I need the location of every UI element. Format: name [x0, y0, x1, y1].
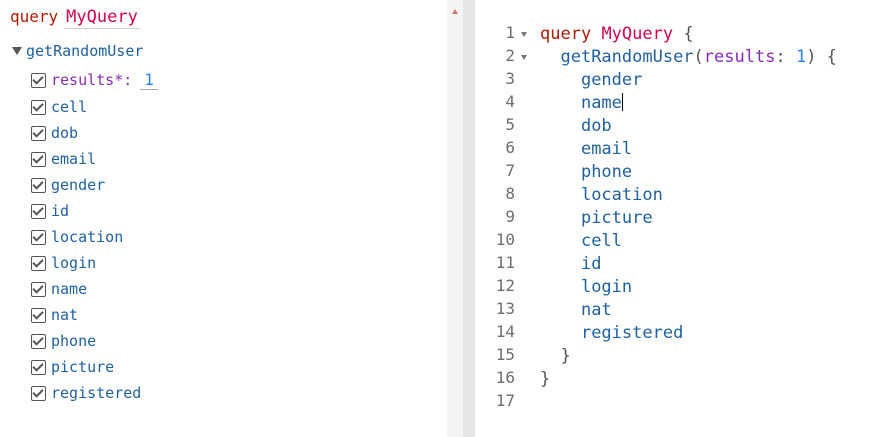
- query-name-input[interactable]: MyQuery: [64, 7, 140, 29]
- line-number: 15: [495, 345, 515, 364]
- line-number: 2: [505, 46, 515, 65]
- query-keyword: query: [10, 7, 59, 26]
- field-row[interactable]: dob: [31, 123, 78, 143]
- fold-arrow-icon[interactable]: [521, 55, 527, 60]
- field-label: picture: [51, 358, 115, 376]
- line-number: 11: [495, 253, 515, 272]
- field-label: phone: [51, 332, 97, 350]
- code-line: phone: [580, 162, 633, 182]
- line-number: 17: [495, 391, 515, 410]
- argument-label: results*:: [51, 71, 133, 89]
- code-line: id: [580, 254, 602, 274]
- expand-caret-icon[interactable]: [12, 47, 22, 55]
- code-line: }: [560, 346, 571, 366]
- line-number: 16: [495, 368, 515, 387]
- checkbox-icon[interactable]: [31, 229, 46, 245]
- fold-arrow-icon[interactable]: [521, 32, 527, 37]
- code-line: dob: [580, 116, 612, 136]
- field-row[interactable]: picture: [31, 357, 114, 377]
- panel-divider[interactable]: [463, 0, 475, 437]
- checkbox-icon[interactable]: [31, 125, 46, 141]
- argument-row-results[interactable]: results*: 1: [31, 70, 158, 90]
- checkbox-icon[interactable]: [31, 307, 46, 323]
- field-row[interactable]: gender: [31, 175, 105, 195]
- code-line: location: [580, 185, 663, 205]
- field-label: registered: [51, 384, 142, 402]
- checkbox-icon[interactable]: [31, 203, 46, 219]
- code-line: getRandomUser(results: 1) {: [560, 47, 837, 67]
- checkbox-icon[interactable]: [31, 359, 46, 375]
- field-row[interactable]: phone: [31, 331, 96, 351]
- line-number: 7: [505, 161, 515, 180]
- field-label: email: [51, 150, 97, 168]
- checkbox-icon[interactable]: [31, 333, 46, 349]
- code-line: cell: [580, 231, 622, 251]
- field-row[interactable]: name: [31, 279, 87, 299]
- code-line: nat: [580, 300, 612, 320]
- line-number: 1: [505, 23, 515, 42]
- field-row[interactable]: location: [31, 227, 123, 247]
- query-explorer-panel: query MyQuery getRandomUser results*: 1 c…: [0, 0, 447, 437]
- code-line: picture: [580, 208, 653, 228]
- text-cursor: [621, 93, 623, 111]
- checkbox-icon[interactable]: [31, 177, 46, 193]
- line-number: 8: [505, 184, 515, 203]
- field-label: nat: [51, 306, 79, 324]
- code-line: login: [580, 277, 633, 297]
- scroll-up-arrow-icon[interactable]: [452, 9, 458, 14]
- line-number: 5: [505, 115, 515, 134]
- line-number: 9: [505, 207, 515, 226]
- field-label: location: [51, 228, 124, 246]
- field-label: login: [51, 254, 97, 272]
- line-number: 3: [505, 69, 515, 88]
- code-line: name: [580, 93, 623, 113]
- field-label: cell: [51, 98, 88, 116]
- code-line: email: [580, 139, 633, 159]
- checkbox-icon[interactable]: [31, 255, 46, 271]
- field-row[interactable]: registered: [31, 383, 141, 403]
- field-row[interactable]: nat: [31, 305, 78, 325]
- line-number: 14: [495, 322, 515, 341]
- root-field-label: getRandomUser: [26, 42, 144, 60]
- field-label: dob: [51, 124, 79, 142]
- line-number: 4: [505, 92, 515, 111]
- field-label: gender: [51, 176, 106, 194]
- line-number: 13: [495, 299, 515, 318]
- field-label: id: [51, 202, 70, 220]
- field-row[interactable]: id: [31, 201, 69, 221]
- checkbox-icon[interactable]: [31, 99, 46, 115]
- line-number: 12: [495, 276, 515, 295]
- code-line: registered: [580, 323, 684, 343]
- code-line: }: [540, 369, 551, 389]
- code-line: query MyQuery {: [540, 24, 694, 44]
- checkbox-icon[interactable]: [31, 385, 46, 401]
- field-row[interactable]: cell: [31, 97, 87, 117]
- checkbox-icon[interactable]: [31, 72, 46, 88]
- explorer-scrollbar[interactable]: [447, 0, 463, 437]
- argument-value-input[interactable]: 1: [140, 70, 158, 90]
- line-number: 10: [495, 230, 515, 249]
- root-field-getRandomUser[interactable]: getRandomUser: [12, 42, 143, 60]
- query-header: query MyQuery: [10, 7, 140, 29]
- code-line: gender: [580, 70, 643, 90]
- field-row[interactable]: email: [31, 149, 96, 169]
- field-row[interactable]: login: [31, 253, 96, 273]
- checkbox-icon[interactable]: [31, 281, 46, 297]
- field-label: name: [51, 280, 88, 298]
- line-number: 6: [505, 138, 515, 157]
- checkbox-icon[interactable]: [31, 151, 46, 167]
